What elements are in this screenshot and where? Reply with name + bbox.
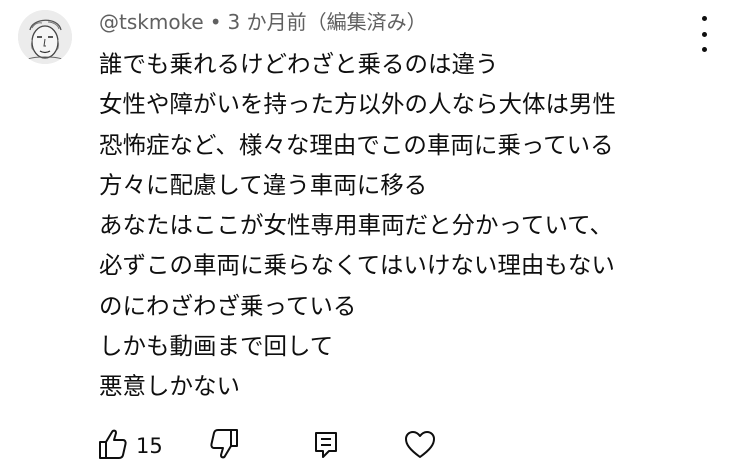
more-vertical-icon-dot xyxy=(701,47,707,52)
separator-dot: • xyxy=(209,10,222,34)
comment-line: 方々に配慮して違う車両に移る xyxy=(99,170,428,199)
comment-line: 悪意しかない xyxy=(99,372,240,401)
comment-timestamp[interactable]: 3 か月前（編集済み） xyxy=(228,10,427,34)
heart-button[interactable] xyxy=(404,430,436,464)
comment-line: あなたはここが女性専用車両だと分かっていて、 xyxy=(99,211,613,240)
avatar[interactable] xyxy=(18,10,72,64)
comment-line: しかも動画まで回して xyxy=(99,332,334,361)
dislike-button[interactable] xyxy=(209,428,239,464)
comment-body: 誰でも乗れるけどわざと乗るのは違う 女性や障がいを持った方以外の人なら大体は男性… xyxy=(99,44,616,407)
comment-line: 女性や障がいを持った方以外の人なら大体は男性 xyxy=(99,90,616,119)
comment-line: のにわざわざ乗っている xyxy=(99,291,357,320)
like-count: 15 xyxy=(136,434,163,458)
thumbs-down-icon xyxy=(210,429,238,459)
more-vertical-icon xyxy=(701,16,707,21)
comment-line: 恐怖症など、様々な理由でこの車両に乗っている xyxy=(99,130,614,159)
comment-actions: 15 xyxy=(98,428,718,464)
author-handle[interactable]: @tskmoke xyxy=(99,10,204,34)
more-vertical-icon-dot xyxy=(701,31,707,37)
reply-button[interactable] xyxy=(313,430,339,464)
comment-line: 必ずこの車両に乗らなくてはいけない理由もない xyxy=(99,251,615,280)
more-actions-button[interactable] xyxy=(694,16,714,52)
heart-icon xyxy=(405,431,435,458)
comment-header: @tskmoke • 3 か月前（編集済み） xyxy=(99,8,427,36)
thumbs-up-icon xyxy=(99,429,127,459)
avatar-sketch-face xyxy=(18,10,72,64)
comment-line: 誰でも乗れるけどわざと乗るのは違う xyxy=(99,50,499,78)
like-button[interactable] xyxy=(98,428,128,464)
reply-comment-icon xyxy=(315,432,337,458)
